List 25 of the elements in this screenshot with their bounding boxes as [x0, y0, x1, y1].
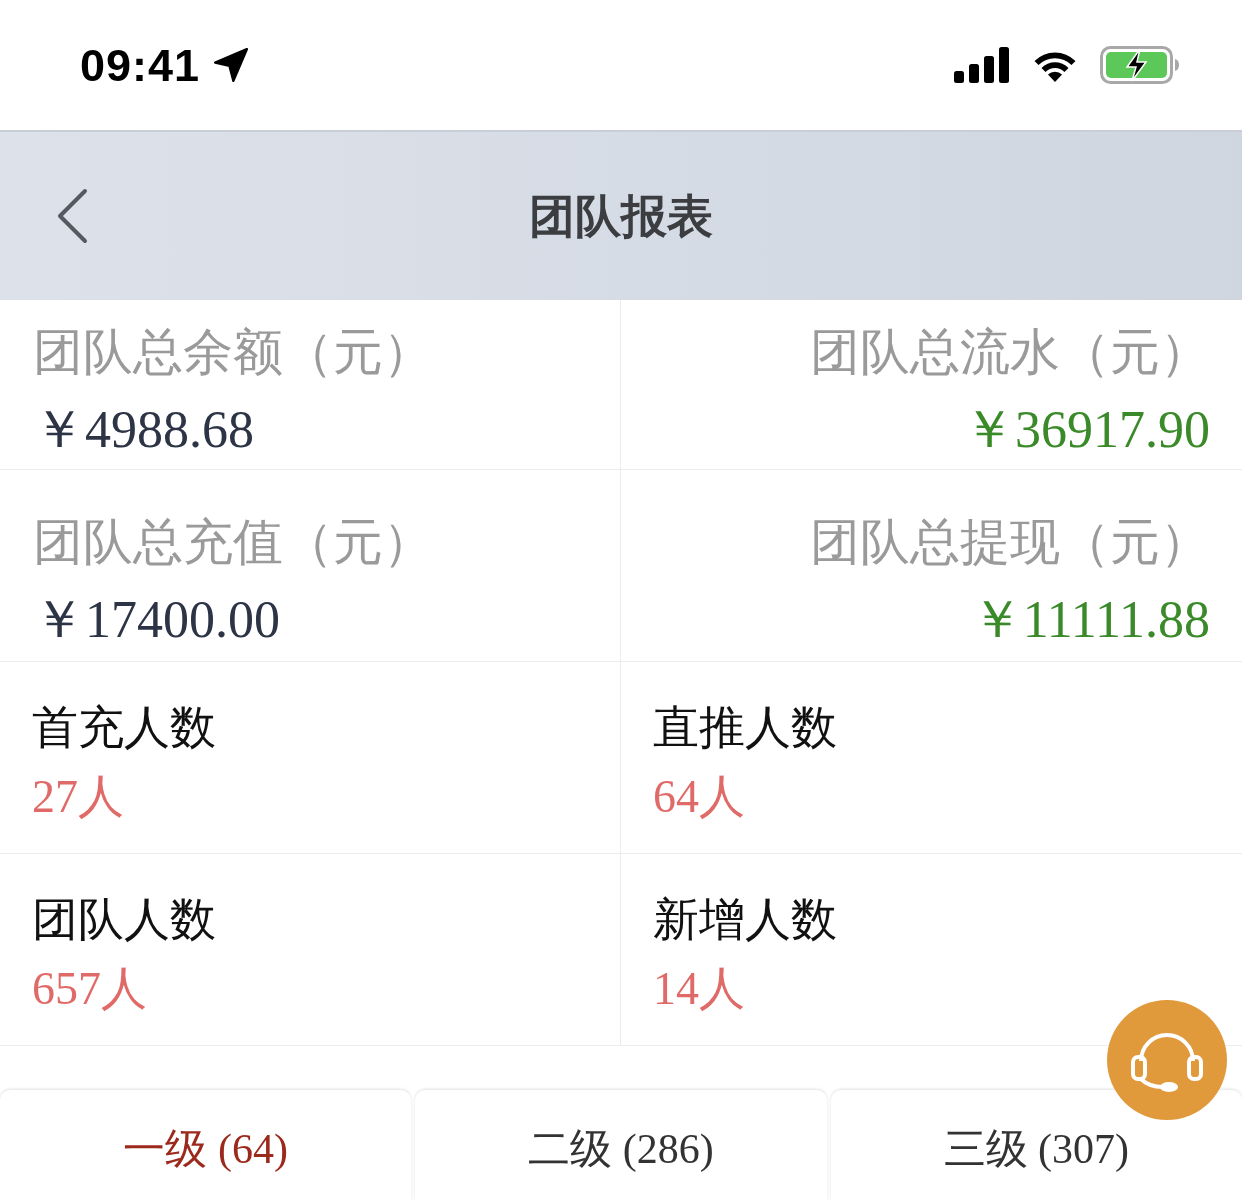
level-tab[interactable]: 三级 (307) — [830, 1090, 1242, 1201]
stat-value: ￥4988.68 — [33, 400, 254, 460]
stat-label: 直推人数 — [653, 700, 837, 755]
stat-label: 新增人数 — [653, 892, 837, 947]
stat-value: 64人 — [653, 770, 745, 824]
level-tab[interactable]: 一级 (64) — [0, 1090, 412, 1201]
stat-value: ￥17400.00 — [33, 590, 280, 650]
location-arrow-icon — [212, 46, 251, 84]
stat-value: 657人 — [32, 962, 147, 1016]
stat-label: 团队总提现（元） — [810, 513, 1210, 572]
stat-label: 首充人数 — [32, 700, 216, 755]
stat-value: 27人 — [32, 770, 124, 824]
signal-icon — [954, 47, 1010, 83]
stat-value: ￥11111.88 — [970, 590, 1210, 650]
stat-label: 团队总流水（元） — [810, 323, 1210, 382]
level-tab[interactable]: 二级 (286) — [415, 1090, 827, 1201]
page-title: 团队报表 — [529, 193, 713, 239]
stat-value: ￥36917.90 — [963, 400, 1210, 460]
stat-value: 14人 — [653, 962, 745, 1016]
status-time: 09:41 — [80, 42, 201, 88]
battery-charging-icon — [1100, 46, 1180, 84]
back-icon — [55, 188, 89, 244]
stat-label: 团队人数 — [32, 892, 216, 947]
stat-label: 团队总充值（元） — [33, 513, 433, 572]
stat-label: 团队总余额（元） — [33, 323, 433, 382]
